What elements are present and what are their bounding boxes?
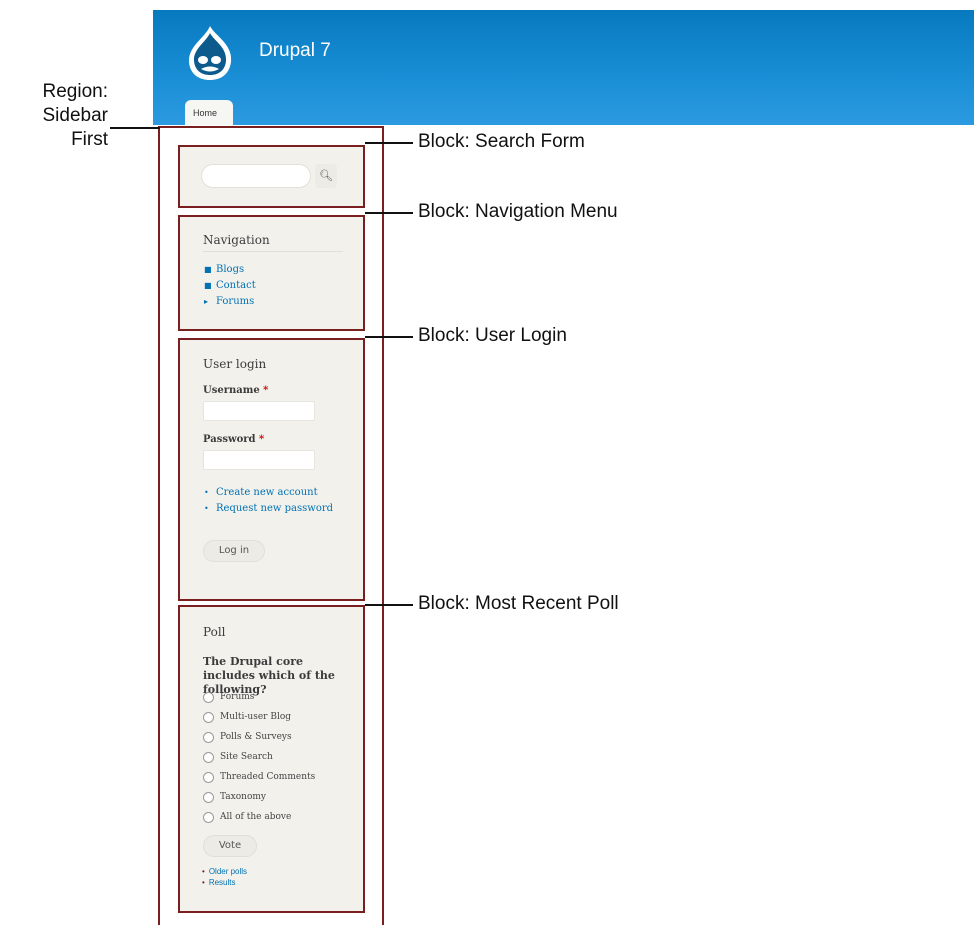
navigation-annotation-line [365,212,413,214]
poll-choice[interactable]: Site Search [203,747,315,767]
nav-item-blogs[interactable]: ■ Blogs [204,262,256,278]
search-button[interactable]: 🔍︎ [315,164,337,188]
radio-button[interactable] [203,691,214,703]
poll-choice[interactable]: All of the above [203,807,315,827]
nav-item-forums[interactable]: ▸ Forums [204,294,256,310]
vote-button[interactable]: Vote [203,835,257,857]
bullet-icon: • [204,504,209,513]
poll-choice[interactable]: Polls & Surveys [203,727,315,747]
radio-button[interactable] [203,751,214,763]
poll-choices: Forums Multi-user Blog Polls & Surveys S… [203,687,315,827]
region-annotation-line [110,127,160,129]
search-icon: 🔍︎ [319,169,333,182]
site-header: Drupal 7 Home [153,10,974,125]
region-annotation: Region: Sidebar First [42,81,109,150]
poll-annotation-line [365,604,413,606]
bullet-icon: • [202,867,205,876]
block-navigation-menu: Navigation ■ Blogs ■ Contact ▸ Forums [178,215,365,331]
block-most-recent-poll: Poll The Drupal core includes which of t… [178,605,365,913]
block-user-login: User login Username * Password * • Create… [178,338,365,601]
username-field[interactable] [203,401,315,421]
required-mark: * [259,434,265,445]
create-account-link[interactable]: • Create new account [204,485,333,501]
password-label: Password * [203,434,265,445]
search-block-annotation: Block: Search Form [418,131,585,152]
block-search-form: 🔍︎ [178,145,365,208]
navigation-list: ■ Blogs ■ Contact ▸ Forums [204,262,256,310]
login-button[interactable]: Log in [203,540,265,562]
radio-button[interactable] [203,771,214,783]
radio-button[interactable] [203,791,214,803]
poll-choice[interactable]: Multi-user Blog [203,707,315,727]
login-links: • Create new account • Request new passwor… [204,485,333,517]
navigation-block-annotation: Block: Navigation Menu [418,201,618,222]
poll-links: • Older polls • Results [202,866,247,888]
navigation-title: Navigation [203,233,270,247]
radio-button[interactable] [203,711,214,723]
triangle-bullet-icon: ▸ [204,297,209,306]
bullet-icon: ■ [204,281,212,290]
search-input[interactable] [201,164,311,188]
search-annotation-line [365,142,413,144]
nav-item-contact[interactable]: ■ Contact [204,278,256,294]
request-password-link[interactable]: • Request new password [204,501,333,517]
poll-choice[interactable]: Taxonomy [203,787,315,807]
login-title: User login [203,357,267,371]
bullet-icon: • [204,488,209,497]
poll-title: Poll [203,625,226,639]
poll-choice[interactable]: Forums [203,687,315,707]
bullet-icon: ■ [204,265,212,274]
radio-button[interactable] [203,731,214,743]
tab-home[interactable]: Home [185,100,233,125]
poll-block-annotation: Block: Most Recent Poll [418,593,619,614]
password-field[interactable] [203,450,315,470]
bullet-icon: • [202,878,205,887]
radio-button[interactable] [203,811,214,823]
username-label: Username * [203,385,269,396]
site-name[interactable]: Drupal 7 [259,40,331,62]
drupal-logo-icon[interactable] [185,24,235,82]
login-block-annotation: Block: User Login [418,325,567,346]
older-polls-link[interactable]: • Older polls [202,866,247,877]
results-link[interactable]: • Results [202,877,247,888]
poll-choice[interactable]: Threaded Comments [203,767,315,787]
divider [203,251,343,252]
required-mark: * [263,385,269,396]
login-annotation-line [365,336,413,338]
